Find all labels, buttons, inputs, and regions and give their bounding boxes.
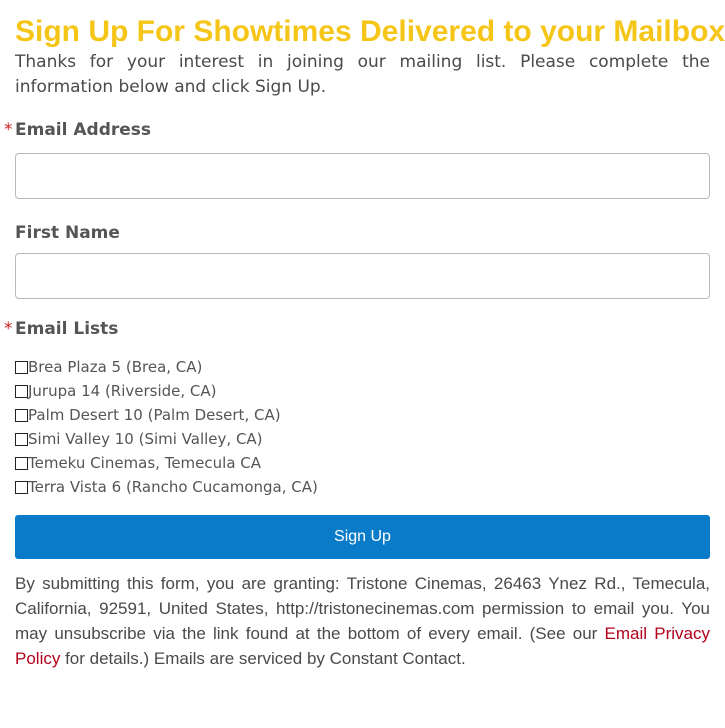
checkbox[interactable] bbox=[15, 360, 28, 374]
list-item[interactable]: Jurupa 14 (Riverside, CA) bbox=[15, 379, 710, 403]
checkbox[interactable] bbox=[15, 480, 28, 494]
list-item[interactable]: Simi Valley 10 (Simi Valley, CA) bbox=[15, 427, 710, 451]
list-item-label[interactable]: Jurupa 14 (Riverside, CA) bbox=[28, 379, 217, 403]
checkbox[interactable] bbox=[15, 408, 28, 422]
intro-text: Thanks for your interest in joining our … bbox=[15, 52, 710, 97]
signup-form-container: Sign Up For Showtimes Delivered to your … bbox=[4, 14, 725, 671]
checkbox[interactable] bbox=[15, 456, 28, 470]
checkbox[interactable] bbox=[15, 384, 28, 398]
list-item[interactable]: Palm Desert 10 (Palm Desert, CA) bbox=[15, 403, 710, 427]
legal-text-after: for details.) Emails are serviced by Con… bbox=[60, 649, 466, 668]
email-lists-label-text: Email Lists bbox=[15, 319, 119, 339]
email-label-text: Email Address bbox=[15, 120, 152, 140]
list-item-label[interactable]: Palm Desert 10 (Palm Desert, CA) bbox=[28, 403, 281, 427]
email-lists: Brea Plaza 5 (Brea, CA) Jurupa 14 (River… bbox=[15, 355, 710, 499]
list-item-label[interactable]: Temeku Cinemas, Temecula CA bbox=[28, 451, 261, 475]
checkbox[interactable] bbox=[15, 432, 28, 446]
email-field[interactable] bbox=[15, 153, 710, 199]
list-item-label[interactable]: Simi Valley 10 (Simi Valley, CA) bbox=[28, 427, 263, 451]
email-lists-label: * Email Lists bbox=[4, 317, 710, 341]
list-item[interactable]: Temeku Cinemas, Temecula CA bbox=[15, 451, 710, 475]
first-name-field[interactable] bbox=[15, 253, 710, 299]
email-label: * Email Address bbox=[4, 118, 710, 142]
first-name-label: First Name bbox=[15, 221, 710, 245]
sign-up-button[interactable]: Sign Up bbox=[15, 515, 710, 559]
list-item-label[interactable]: Terra Vista 6 (Rancho Cucamonga, CA) bbox=[28, 475, 318, 499]
list-item[interactable]: Terra Vista 6 (Rancho Cucamonga, CA) bbox=[15, 475, 710, 499]
first-name-label-text: First Name bbox=[15, 223, 120, 243]
required-marker: * bbox=[4, 120, 13, 140]
list-item[interactable]: Brea Plaza 5 (Brea, CA) bbox=[15, 355, 710, 379]
list-item-label[interactable]: Brea Plaza 5 (Brea, CA) bbox=[28, 355, 202, 379]
required-marker: * bbox=[4, 319, 13, 339]
legal-text: By submitting this form, you are grantin… bbox=[15, 571, 710, 671]
page-title: Sign Up For Showtimes Delivered to your … bbox=[15, 15, 725, 48]
